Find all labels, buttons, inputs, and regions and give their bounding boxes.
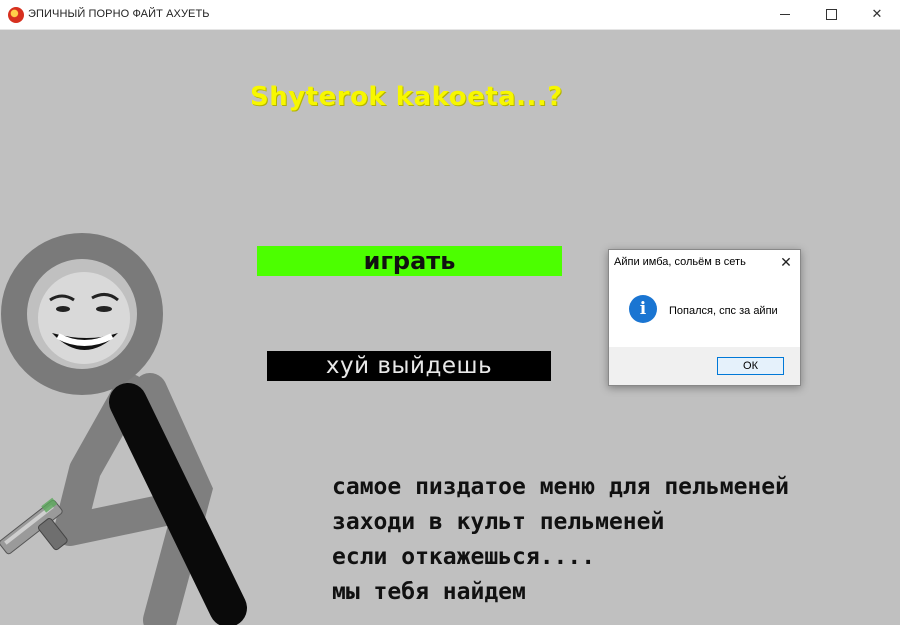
- menu-caption: самое пиздатое меню для пельменей заходи…: [332, 470, 789, 610]
- caption-line: самое пиздатое меню для пельменей: [332, 474, 789, 500]
- minimize-button[interactable]: [762, 0, 808, 29]
- caption-line: заходи в культ пельменей: [332, 509, 665, 535]
- dialog-message: Попался, спс за айпи: [669, 305, 778, 317]
- play-button[interactable]: играть: [257, 246, 562, 276]
- caption-line: если откажешься....: [332, 544, 596, 570]
- stickman-figure: [0, 233, 247, 625]
- game-title: Shyterok kakoeta...?: [250, 82, 563, 112]
- ok-button[interactable]: ОК: [717, 357, 784, 375]
- close-icon: ✕: [871, 7, 883, 22]
- message-dialog: Айпи имба, сольём в сеть ✕ i Попался, сп…: [608, 249, 801, 386]
- maximize-icon: [825, 9, 837, 20]
- trollface-eye-left: [56, 306, 70, 312]
- dialog-close-button[interactable]: ✕: [776, 252, 796, 272]
- minimize-icon: [780, 14, 790, 15]
- dialog-title: Айпи имба, сольём в сеть: [614, 256, 746, 268]
- trollface-eye-right: [96, 306, 112, 312]
- app-icon: [8, 7, 24, 23]
- maximize-button[interactable]: [808, 0, 854, 29]
- info-icon: i: [629, 295, 657, 323]
- close-icon: ✕: [780, 253, 792, 270]
- exit-button[interactable]: хуй выйдешь: [267, 351, 551, 381]
- window-title: ЭПИЧНЫЙ ПОРНО ФАЙТ АХУЕТЬ: [28, 8, 210, 20]
- dialog-footer: ОК: [609, 347, 800, 385]
- window-titlebar: ЭПИЧНЫЙ ПОРНО ФАЙТ АХУЕТЬ ✕: [0, 0, 900, 30]
- trollface-icon: [38, 272, 130, 364]
- caption-line: мы тебя найдем: [332, 579, 526, 605]
- close-button[interactable]: ✕: [854, 0, 900, 29]
